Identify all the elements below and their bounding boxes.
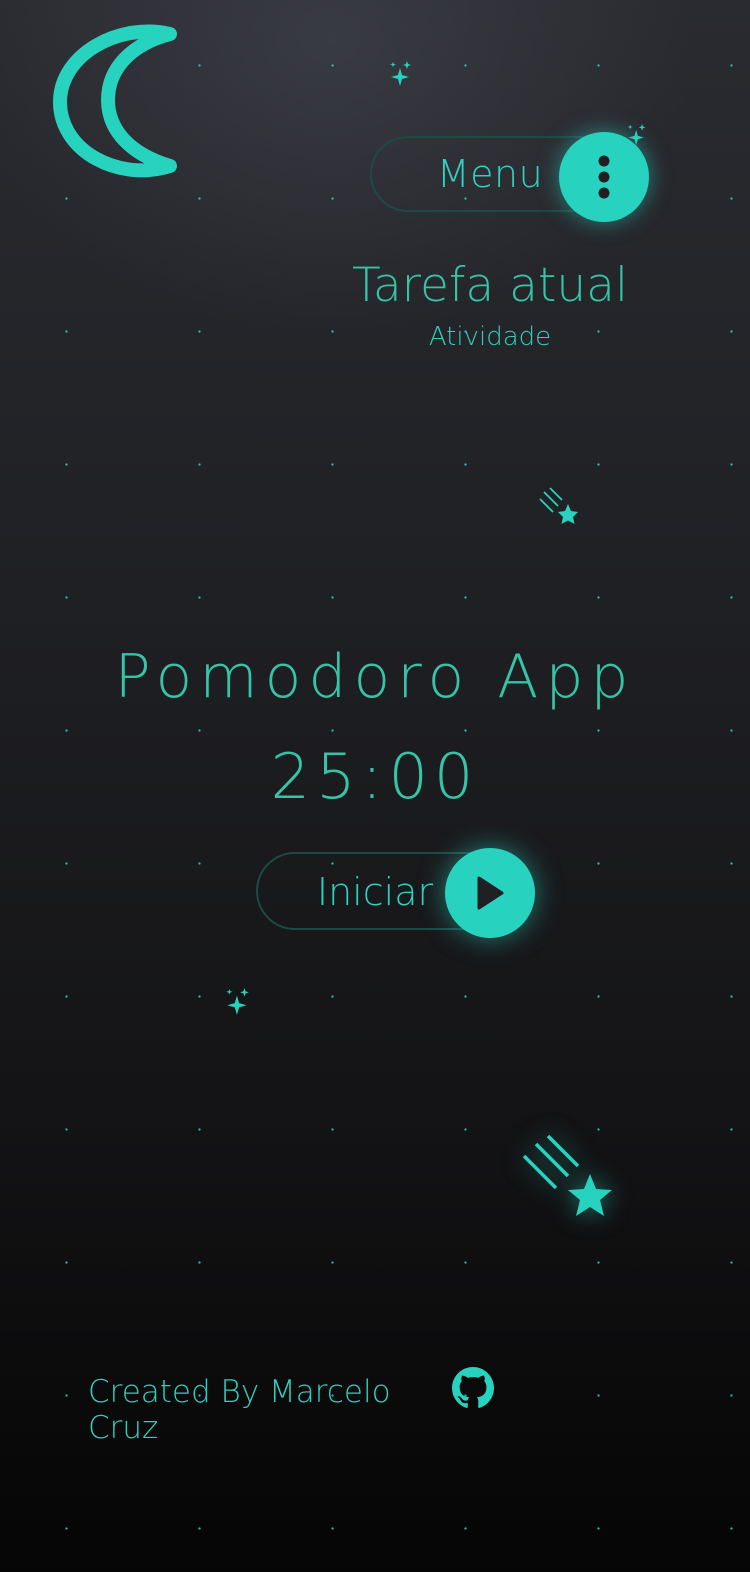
start-button[interactable] [445,848,535,938]
footer-credit: Created By Marcelo Cruz [88,1374,391,1446]
shooting-star-icon [522,1134,612,1216]
github-icon[interactable] [452,1367,494,1409]
more-vertical-icon [598,155,610,199]
start-label[interactable]: Iniciar [300,870,450,914]
current-task-title: Tarefa atual [351,258,629,313]
sparkle-icon [390,61,411,86]
menu-button[interactable] [559,132,649,222]
sparkle-icon [226,988,249,1015]
shooting-star-icon [539,487,578,524]
play-icon [477,876,504,910]
menu-label[interactable]: Menu [420,152,560,196]
moon-icon[interactable] [50,14,182,186]
current-task-activity: Atividade [428,322,552,352]
timer-display: 25:00 [270,740,480,813]
app-title: Pomodoro App [114,642,636,712]
